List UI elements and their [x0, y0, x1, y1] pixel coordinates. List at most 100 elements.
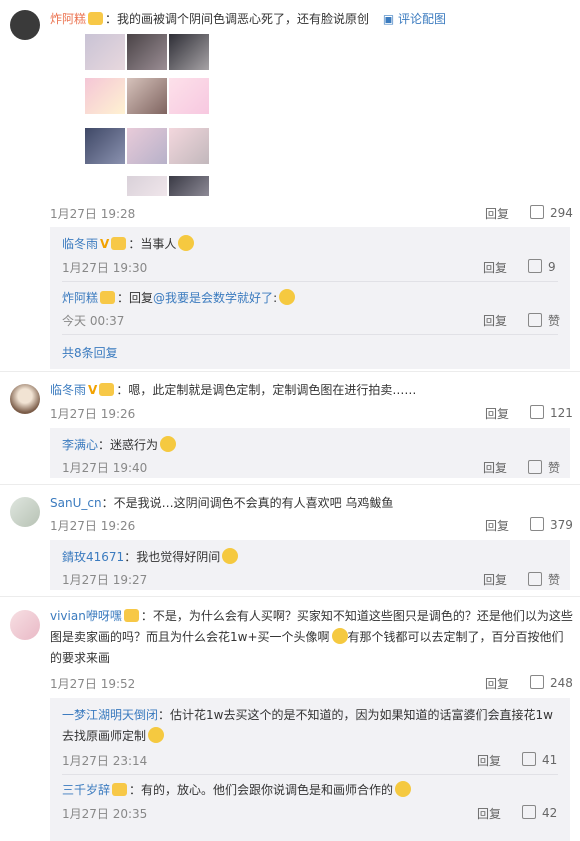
thinking-emoji-icon — [160, 436, 177, 452]
comment-image[interactable] — [85, 34, 125, 70]
smile-emoji-icon — [148, 727, 165, 743]
divider — [62, 334, 558, 335]
member-badge-icon — [99, 383, 115, 396]
comment-image[interactable] — [127, 128, 167, 164]
comment-text: 不是我说…这阴间调色不会真的有人喜欢吧 乌鸡鲅鱼 — [113, 496, 394, 510]
cry-emoji-icon — [222, 548, 239, 564]
comment-author[interactable]: 炸阿糕 — [50, 12, 86, 26]
comment-body: 炸阿糕 ：我的画被调个阴间色调恶心死了，还有脸说原创 ▣ 评论配图 — [50, 12, 447, 26]
cat-emoji-icon — [395, 781, 412, 797]
avatar[interactable] — [10, 610, 40, 640]
like-button[interactable]: 121 — [530, 405, 573, 420]
reply-button[interactable]: 回复 — [485, 675, 509, 692]
thumb-up-icon — [522, 752, 536, 766]
reply-body: 一梦江湖明天倒闭：估计花1w去买这个的是不知道的，因为如果知道的话富婆们会直接花… — [62, 708, 553, 743]
comment-text: 我的画被调个阴间色调恶心死了，还有脸说原创 — [117, 12, 370, 26]
divider — [0, 596, 580, 597]
thumb-up-icon — [528, 460, 542, 474]
divider — [0, 371, 580, 372]
reply-button[interactable]: 回复 — [477, 752, 501, 769]
reply-time: 1月27日 19:27 — [62, 573, 148, 587]
reply-author[interactable]: 錆玫41671 — [62, 550, 124, 564]
hug-emoji-icon — [279, 289, 296, 305]
comment-author[interactable]: vivian咿呀嘿 — [50, 609, 122, 623]
mention-link[interactable]: @我要是会数学就好了 — [153, 291, 273, 305]
reply-button[interactable]: 回复 — [485, 517, 509, 534]
reply-body: 三千岁辞 ：有的，放心。他们会跟你说调色是和画师合作的 — [62, 781, 412, 798]
reply-author[interactable]: 李满心 — [62, 438, 98, 452]
like-button[interactable]: 42 — [522, 805, 557, 820]
reply-button[interactable]: 回复 — [483, 571, 507, 588]
like-button[interactable]: 41 — [522, 752, 557, 767]
comment-body: vivian咿呀嘿 ：不是，为什么会有人买啊？买家知不知道这些图只是调色的？还是他… — [50, 609, 573, 665]
reply-box: 李满心：迷惑行为 1月27日 19:40 回复 赞 — [50, 428, 570, 478]
comment-time: 1月27日 19:52 — [50, 677, 136, 691]
comment-image[interactable] — [85, 78, 125, 114]
comment-image[interactable] — [169, 128, 209, 164]
avatar[interactable] — [10, 497, 40, 527]
reply-author[interactable]: 临冬雨 — [62, 237, 98, 251]
comment-image[interactable] — [127, 78, 167, 114]
like-button[interactable]: 9 — [528, 259, 556, 274]
thumb-up-icon — [530, 205, 544, 219]
reply-box: 錆玫41671：我也觉得好阴间 1月27日 19:27 回复 赞 — [50, 540, 570, 590]
thumb-up-icon — [522, 805, 536, 819]
thumb-up-icon — [528, 313, 542, 327]
comment-image[interactable] — [127, 34, 167, 70]
reply-box: 临冬雨 V ：当事人 1月27日 19:30 回复 9 炸阿糕 ：回复@我要是会数学就… — [50, 227, 570, 369]
reply-text: 当事人 — [140, 237, 177, 251]
reply-body: 临冬雨 V ：当事人 — [62, 235, 195, 252]
verified-icon: V — [88, 383, 98, 397]
comment-image[interactable] — [169, 78, 209, 114]
comment-body: SanU_cn：不是我说…这阴间调色不会真的有人喜欢吧 乌鸡鲅鱼 — [50, 496, 394, 510]
reply-author[interactable]: 炸阿糕 — [62, 291, 98, 305]
like-button[interactable]: 赞 — [528, 459, 560, 476]
thumb-up-icon — [528, 259, 542, 273]
avatar[interactable] — [10, 384, 40, 414]
avatar[interactable] — [10, 10, 40, 40]
verified-icon: V — [100, 237, 110, 251]
comment-author[interactable]: 临冬雨 — [50, 383, 86, 397]
member-badge-icon — [111, 237, 127, 250]
reply-body: 李满心：迷惑行为 — [62, 436, 177, 453]
more-replies-link[interactable]: 共8条回复 — [62, 344, 118, 361]
comment-image[interactable] — [85, 128, 125, 164]
member-badge-icon — [88, 12, 104, 25]
reply-time: 1月27日 23:14 — [62, 754, 148, 768]
comment-author[interactable]: SanU_cn — [50, 496, 102, 510]
thumb-up-icon — [530, 405, 544, 419]
like-button[interactable]: 294 — [530, 205, 573, 220]
like-button[interactable]: 379 — [530, 517, 573, 532]
reply-time: 1月27日 20:35 — [62, 807, 148, 821]
comment-body: 临冬雨 V ：嗯，此定制就是调色定制，定制调色图在进行拍卖…… — [50, 383, 417, 397]
comment-image[interactable] — [127, 176, 167, 196]
comment-image[interactable] — [169, 176, 209, 196]
reply-box: 一梦江湖明天倒闭：估计花1w去买这个的是不知道的，因为如果知道的话富婆们会直接花… — [50, 698, 570, 841]
like-button[interactable]: 赞 — [528, 312, 560, 329]
reply-time: 1月27日 19:30 — [62, 261, 148, 275]
image-tag[interactable]: ▣ 评论配图 — [383, 12, 446, 26]
reply-body: 炸阿糕 ：回复@我要是会数学就好了: — [62, 289, 296, 306]
reply-button[interactable]: 回复 — [485, 405, 509, 422]
reply-author[interactable]: 一梦江湖明天倒闭 — [62, 708, 158, 722]
laugh-emoji-icon — [331, 628, 348, 644]
comment-image[interactable] — [169, 34, 209, 70]
thumb-up-icon — [530, 517, 544, 531]
like-button[interactable]: 赞 — [528, 571, 560, 588]
member-badge-icon — [112, 783, 128, 796]
like-button[interactable]: 248 — [530, 675, 573, 690]
member-badge-icon — [123, 609, 139, 622]
reply-button[interactable]: 回复 — [483, 259, 507, 276]
reply-author[interactable]: 三千岁辞 — [62, 783, 110, 797]
reply-button[interactable]: 回复 — [483, 312, 507, 329]
reply-button[interactable]: 回复 — [477, 805, 501, 822]
divider — [62, 281, 558, 282]
member-badge-icon — [100, 291, 116, 304]
reply-body: 錆玫41671：我也觉得好阴间 — [62, 548, 239, 565]
comment-time: 1月27日 19:28 — [50, 207, 136, 221]
thumb-up-icon — [530, 675, 544, 689]
reply-button[interactable]: 回复 — [485, 205, 509, 222]
comment-time: 1月27日 19:26 — [50, 407, 136, 421]
laugh-emoji-icon — [178, 235, 195, 251]
reply-button[interactable]: 回复 — [483, 459, 507, 476]
